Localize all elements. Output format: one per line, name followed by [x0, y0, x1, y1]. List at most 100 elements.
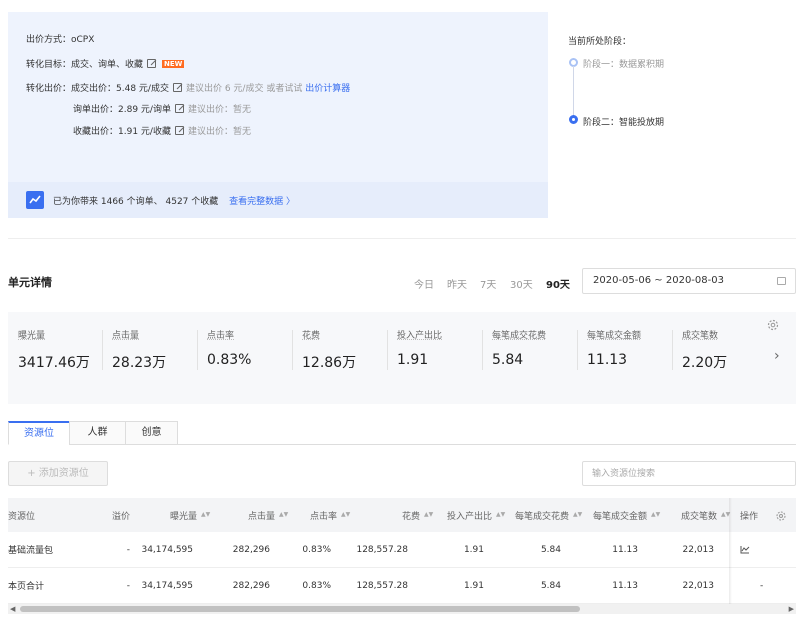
metric-separator — [577, 330, 578, 370]
date-range-text: 2020-05-06 ~ 2020-08-03 — [593, 275, 724, 286]
metric-separator — [197, 330, 198, 370]
header-cost-per-deal[interactable]: 每笔成交花费 ▲▼ — [500, 498, 582, 532]
metric-value: 2.20万 — [682, 355, 728, 371]
table-row[interactable]: 基础流量包 - 34,174,595 282,296 0.83% 128,557… — [8, 532, 796, 568]
metrics-settings-gear-icon[interactable] — [766, 318, 780, 332]
header-ctr[interactable]: 点击率 ▲▼ — [288, 498, 351, 532]
tab-resource-slots[interactable]: 资源位 — [8, 421, 70, 445]
cell-roi: 1.91 — [463, 544, 484, 555]
sort-icon: ▲▼ — [651, 511, 661, 518]
conversion-target-line: 转化目标：成交、询单、收藏 NEW — [26, 57, 185, 70]
tab-creative[interactable]: 创意 — [125, 421, 178, 445]
header-impressions[interactable]: 曝光量 ▲▼ — [138, 498, 211, 532]
inquiry-bid-line: 询单出价：2.89 元/询单 建议出价：暂无 — [73, 102, 251, 115]
view-full-data-link[interactable]: 查看完整数据 〉 — [229, 197, 295, 207]
metric-value: 12.86万 — [302, 355, 357, 371]
fixed-column-shadow — [729, 498, 732, 604]
metric-label: 每笔成交金额 — [587, 331, 642, 341]
edit-icon[interactable] — [174, 126, 184, 135]
cell-cost-per-deal: 5.84 — [540, 580, 561, 591]
bid-method-value: oCPX — [71, 35, 95, 45]
metric-value: 3417.46万 — [18, 355, 90, 371]
metric-separator — [292, 330, 293, 370]
metric-label: 每笔成交花费 — [492, 331, 547, 341]
summary-stats: 已为你带来 1466 个询单、 4527 个收藏 — [53, 197, 219, 207]
metric-cost-per-deal: 每笔成交花费 5.84 — [492, 328, 586, 368]
add-resource-slot-button[interactable]: + 添加资源位 — [8, 461, 108, 486]
header-roi[interactable]: 投入产出比 ▲▼ — [428, 498, 505, 532]
deal-bid-label: 成交出价： — [71, 84, 117, 94]
metric-separator — [102, 330, 103, 370]
header-amount-per-deal[interactable]: 每笔成交金额 ▲▼ — [576, 498, 661, 532]
cell-resource-slot: 基础流量包 — [8, 546, 54, 556]
metric-separator — [387, 330, 388, 370]
trend-chart-icon — [26, 191, 44, 209]
bid-method-line: 出价方式：oCPX — [26, 32, 94, 45]
conversion-bid-label: 转化出价： — [26, 84, 72, 94]
stage-title: 当前所处阶段： — [568, 37, 632, 47]
resource-search-input[interactable] — [582, 461, 796, 486]
row-trend-chart-icon[interactable] — [740, 532, 760, 567]
bid-info-panel: 出价方式：oCPX 转化目标：成交、询单、收藏 NEW 转化出价：成交出价：5.4… — [8, 12, 548, 218]
date-range-picker[interactable]: 2020-05-06 ~ 2020-08-03 — [582, 268, 796, 294]
metric-value: 5.84 — [492, 352, 524, 368]
edit-icon[interactable] — [174, 104, 184, 113]
cell-cost: 128,557.28 — [356, 580, 408, 591]
cell-impressions: 34,174,595 — [141, 580, 193, 591]
range-today[interactable]: 今日 — [414, 276, 434, 291]
edit-icon[interactable] — [147, 59, 157, 68]
resource-table: 资源位 溢价 曝光量 ▲▼ 点击量 ▲▼ 点击率 ▲▼ 花费 ▲▼ 投入产出比 ▲▼ 每笔… — [8, 498, 796, 604]
horizontal-scrollbar[interactable]: ◀ ▶ — [8, 604, 796, 614]
cell-amount-per-deal: 11.13 — [612, 580, 638, 591]
cell-deal-count: 22,013 — [682, 580, 715, 591]
scroll-left-arrow-icon[interactable]: ◀ — [10, 605, 15, 613]
header-clicks[interactable]: 点击量 ▲▼ — [218, 498, 289, 532]
stage-panel: 当前所处阶段： 阶段一：数据累积期 阶段二：智能投放期 — [556, 12, 796, 218]
cell-clicks: 282,296 — [232, 580, 270, 591]
header-label: 花费 — [401, 511, 420, 522]
header-label: 点击率 — [309, 511, 337, 522]
metric-ctr: 点击率 0.83% — [207, 328, 301, 368]
table-settings-gear-icon[interactable] — [775, 510, 787, 525]
metric-label: 点击率 — [207, 331, 235, 341]
unit-detail-title: 单元详情 — [8, 276, 52, 289]
scroll-right-arrow-icon[interactable]: ▶ — [789, 605, 794, 613]
range-30d[interactable]: 30天 — [510, 276, 533, 291]
metric-label: 成交笔数 — [682, 331, 719, 341]
header-label: 成交笔数 — [680, 511, 717, 522]
bid-calculator-link[interactable]: 出价计算器 — [305, 84, 350, 94]
header-label: 每笔成交花费 — [514, 511, 569, 522]
table-row-total: 本页合计 - 34,174,595 282,296 0.83% 128,557.… — [8, 568, 796, 604]
metric-clicks: 点击量 28.23万 — [112, 328, 206, 372]
header-deal-count[interactable]: 成交笔数 ▲▼ — [658, 498, 730, 532]
target-value: 成交、询单、收藏 — [71, 60, 144, 70]
header-cost[interactable]: 花费 ▲▼ — [358, 498, 433, 532]
sort-icon: ▲▼ — [279, 511, 289, 518]
metric-label: 花费 — [302, 331, 321, 341]
metric-value: 1.91 — [397, 352, 429, 368]
header-label: 点击量 — [247, 511, 275, 522]
metric-label: 投入产出比 — [397, 331, 443, 341]
scrollbar-thumb[interactable] — [20, 606, 580, 612]
range-7d[interactable]: 7天 — [480, 276, 496, 291]
inquiry-bid-label: 询单出价： — [73, 105, 119, 115]
edit-icon[interactable] — [172, 83, 182, 92]
sort-icon: ▲▼ — [341, 511, 351, 518]
inquiry-bid-value: 2.89 元/询单 — [118, 105, 171, 115]
range-90d[interactable]: 90天 — [546, 276, 570, 291]
metric-impressions: 曝光量 3417.46万 — [18, 328, 112, 372]
favorite-bid-line: 收藏出价：1.91 元/收藏 建议出价：暂无 — [73, 124, 251, 137]
summary-text: 已为你带来 1466 个询单、 4527 个收藏 查看完整数据 〉 — [53, 194, 295, 207]
tab-audience[interactable]: 人群 — [69, 421, 126, 445]
table-header: 资源位 溢价 曝光量 ▲▼ 点击量 ▲▼ 点击率 ▲▼ 花费 ▲▼ 投入产出比 ▲▼ 每笔… — [8, 498, 796, 532]
deal-bid-extra: 或者试试 — [266, 84, 303, 94]
stage2-label: 阶段二：智能投放期 — [583, 118, 665, 128]
cell-cost: 128,557.28 — [356, 544, 408, 555]
metrics-next-arrow-icon[interactable]: › — [774, 348, 780, 364]
range-yesterday[interactable]: 昨天 — [447, 276, 467, 291]
favorite-bid-suggest: 建议出价：暂无 — [187, 127, 251, 137]
cell-ctr: 0.83% — [302, 580, 331, 591]
inquiry-bid-suggest: 建议出价：暂无 — [187, 105, 251, 115]
sort-icon: ▲▼ — [201, 511, 211, 518]
cell-roi: 1.91 — [463, 580, 484, 591]
